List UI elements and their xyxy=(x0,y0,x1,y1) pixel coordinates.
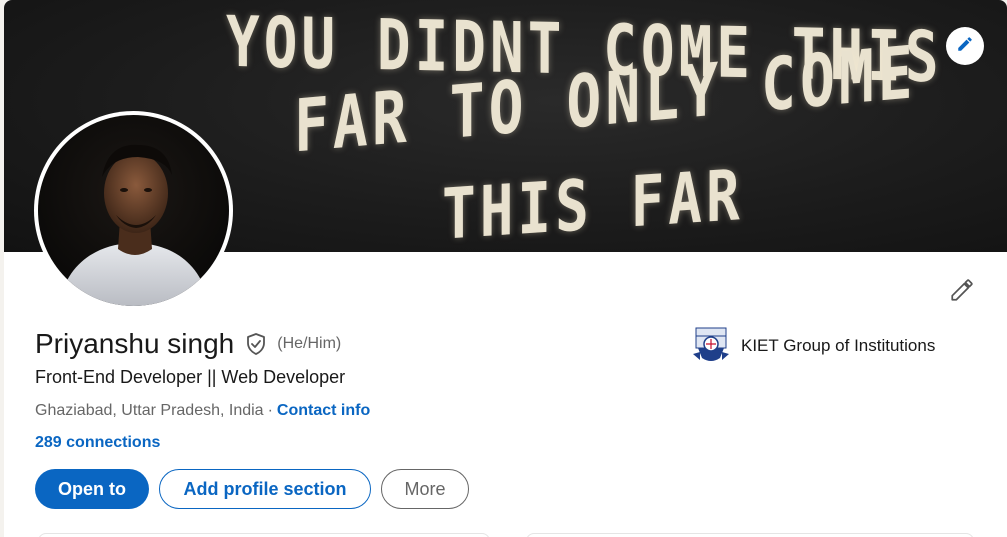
profile-name-row: Priyanshu singh (He/Him) xyxy=(35,328,341,360)
profile-name: Priyanshu singh xyxy=(35,328,235,359)
subsection-card-left xyxy=(38,533,490,537)
profile-card: YOU DIDNT COME THIS FAR TO ONLY COME THI… xyxy=(4,0,1007,537)
add-profile-section-button[interactable]: Add profile section xyxy=(159,469,371,509)
profile-pronouns: (He/Him) xyxy=(277,335,342,352)
subsection-card-right xyxy=(526,533,974,537)
pencil-icon xyxy=(949,277,975,308)
contact-info-link[interactable]: Contact info xyxy=(277,402,370,420)
profile-avatar[interactable] xyxy=(34,111,233,310)
kiet-logo-icon xyxy=(692,326,730,366)
profile-location: Ghaziabad, Uttar Pradesh, India xyxy=(35,402,264,419)
more-button[interactable]: More xyxy=(381,469,469,509)
edit-banner-button[interactable] xyxy=(946,27,984,65)
open-to-button[interactable]: Open to xyxy=(35,469,149,509)
pencil-icon xyxy=(956,35,974,58)
location-separator: · xyxy=(267,402,273,419)
avatar-photo xyxy=(38,115,229,306)
education-name: KIET Group of Institutions xyxy=(741,336,936,355)
profile-location-row: Ghaziabad, Uttar Pradesh, India · Contac… xyxy=(35,402,370,420)
verified-shield-icon[interactable] xyxy=(244,332,268,356)
education-link[interactable]: KIET Group of Institutions xyxy=(692,326,935,366)
edit-intro-button[interactable] xyxy=(944,274,980,310)
banner-text-line-3: THIS FAR xyxy=(442,155,744,252)
profile-headline: Front-End Developer || Web Developer xyxy=(35,367,346,387)
connections-link[interactable]: 289 connections xyxy=(35,434,160,452)
